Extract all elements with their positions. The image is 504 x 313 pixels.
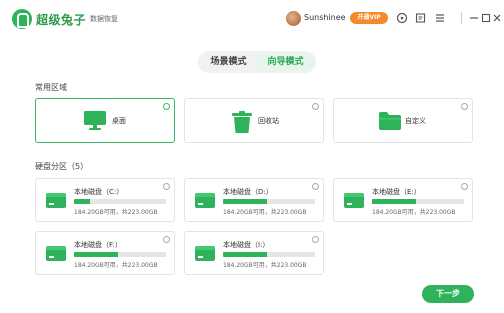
titlebar-divider <box>461 12 462 24</box>
hard-disk-icon <box>195 193 215 208</box>
area-label-recycle-bin: 回收站 <box>258 117 279 125</box>
disk-usage-fill <box>223 199 268 204</box>
disk-name: 本地磁盘（D:） <box>223 188 273 196</box>
disk-usage-text: 184.20GB可用，共223.00GB <box>223 209 307 216</box>
disk-card-c[interactable]: 本地磁盘（C:） 184.20GB可用，共223.00GB <box>35 178 175 222</box>
radio-button[interactable] <box>163 236 170 243</box>
app-subtitle: 数据恢复 <box>90 15 118 23</box>
disk-card-f[interactable]: 本地磁盘（F:） 184.20GB可用，共223.00GB <box>35 231 175 275</box>
avatar[interactable] <box>286 11 301 26</box>
disk-usage-fill <box>74 252 119 257</box>
disk-card-e[interactable]: 本地磁盘（E:） 184.20GB可用，共223.00GB <box>333 178 473 222</box>
disk-usage-text: 184.20GB可用，共223.00GB <box>74 209 158 216</box>
disk-name: 本地磁盘（C:） <box>74 188 124 196</box>
recycle-bin-icon <box>232 111 252 137</box>
radio-button[interactable] <box>312 103 319 110</box>
minimize-icon[interactable] <box>468 12 480 24</box>
disk-name: 本地磁盘（E:） <box>372 188 421 196</box>
next-button[interactable]: 下一步 <box>422 285 474 303</box>
disk-usage-bar <box>223 252 315 257</box>
vip-button[interactable]: 开通VIP <box>350 12 388 24</box>
close-icon[interactable] <box>491 12 503 24</box>
folder-icon <box>379 112 401 134</box>
area-label-custom: 自定义 <box>405 117 426 125</box>
radio-button[interactable] <box>461 183 468 190</box>
disk-usage-fill <box>372 199 417 204</box>
area-label-desktop: 桌面 <box>112 117 126 125</box>
desktop-icon <box>84 111 106 135</box>
disk-usage-bar <box>223 199 315 204</box>
radio-button[interactable] <box>312 183 319 190</box>
disk-usage-fill <box>74 199 90 204</box>
support-icon[interactable] <box>396 12 408 24</box>
radio-button[interactable] <box>163 183 170 190</box>
user-name[interactable]: Sunshinee <box>304 13 346 22</box>
disk-usage-bar <box>74 252 166 257</box>
hard-disk-icon <box>195 246 215 261</box>
disk-name: 本地磁盘（F:） <box>74 241 122 249</box>
disk-usage-bar <box>74 199 166 204</box>
radio-button[interactable] <box>312 236 319 243</box>
hard-disk-icon <box>46 193 66 208</box>
common-areas-title: 常用区域 <box>35 83 67 92</box>
mode-toggle: 场景模式 向导模式 <box>198 51 316 73</box>
disk-name: 本地磁盘（I:） <box>223 241 270 249</box>
menu-icon[interactable] <box>434 12 446 24</box>
disk-usage-fill <box>223 252 268 257</box>
radio-button[interactable] <box>461 103 468 110</box>
disk-usage-text: 184.20GB可用，共223.00GB <box>223 262 307 269</box>
disk-card-d[interactable]: 本地磁盘（D:） 184.20GB可用，共223.00GB <box>184 178 324 222</box>
area-card-custom[interactable]: 自定义 <box>333 98 473 143</box>
radio-button[interactable] <box>163 103 170 110</box>
hard-disk-icon <box>344 193 364 208</box>
disk-usage-bar <box>372 199 464 204</box>
title-bar: 超级兔子 数据恢复 Sunshinee 开通VIP <box>0 0 504 36</box>
partitions-title: 硬盘分区（5） <box>35 162 89 171</box>
app-brand: 超级兔子 <box>36 13 87 27</box>
area-card-recycle-bin[interactable]: 回收站 <box>184 98 324 143</box>
tab-scene-mode[interactable]: 场景模式 <box>200 53 257 71</box>
disk-usage-text: 184.20GB可用，共223.00GB <box>372 209 456 216</box>
disk-usage-text: 184.20GB可用，共223.00GB <box>74 262 158 269</box>
tab-guide-mode[interactable]: 向导模式 <box>257 53 314 71</box>
hard-disk-icon <box>46 246 66 261</box>
disk-card-i[interactable]: 本地磁盘（I:） 184.20GB可用，共223.00GB <box>184 231 324 275</box>
feedback-icon[interactable] <box>415 12 427 24</box>
app-logo-icon <box>12 9 32 29</box>
area-card-desktop[interactable]: 桌面 <box>35 98 175 143</box>
